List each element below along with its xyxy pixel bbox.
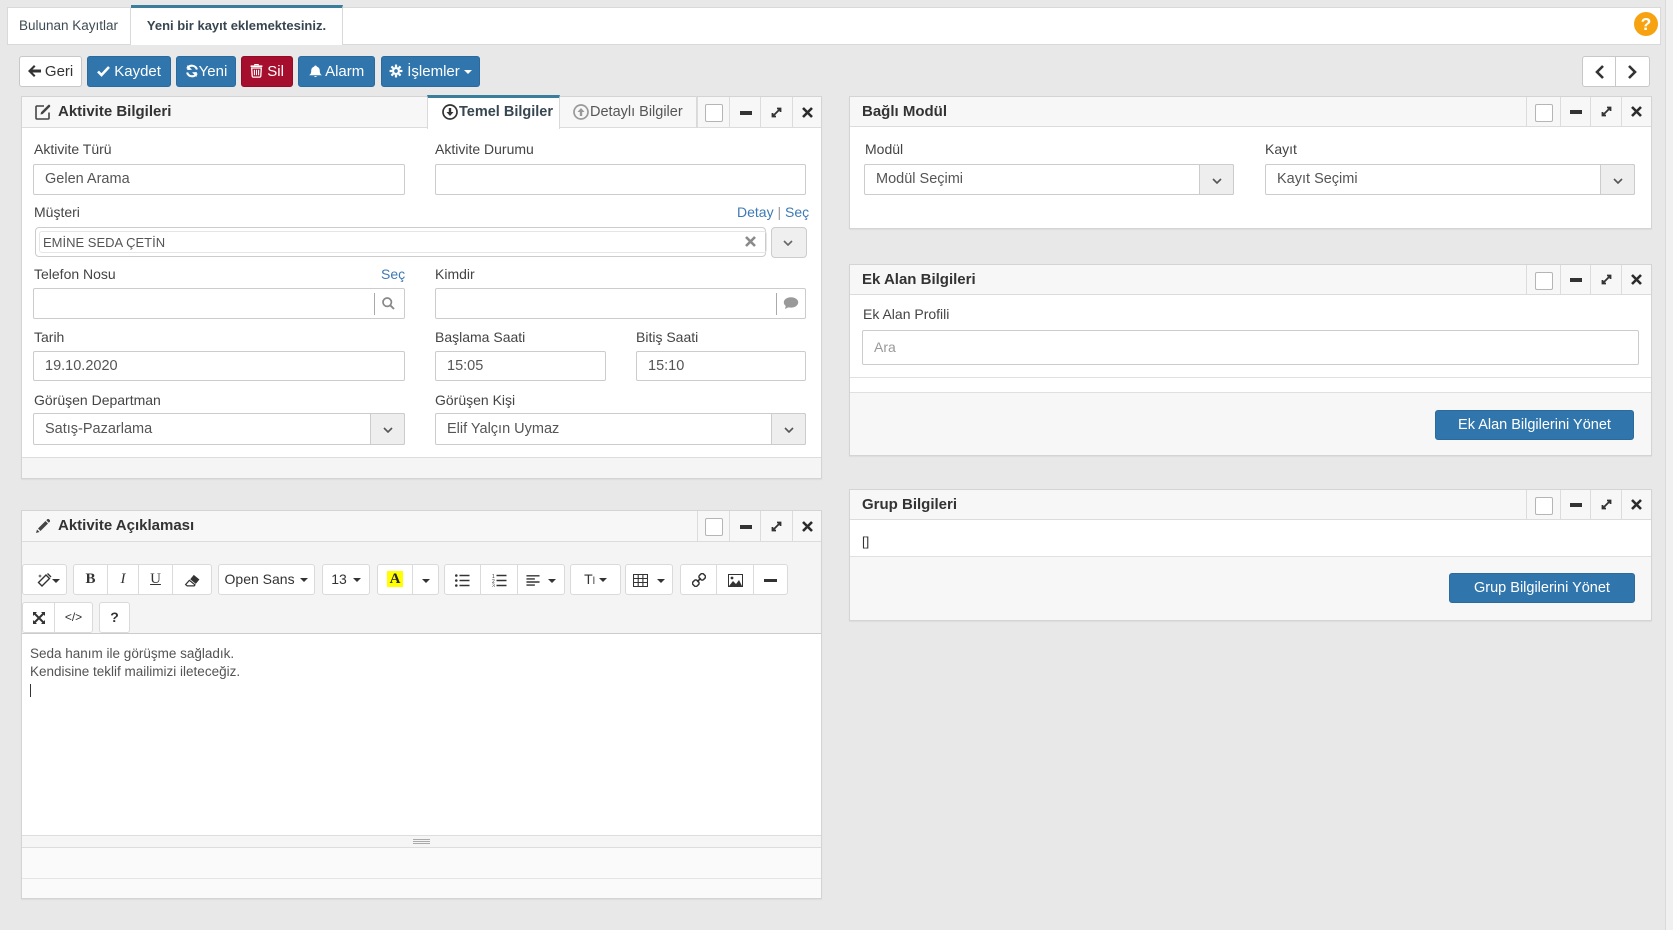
svg-text:3: 3 [492, 584, 495, 588]
